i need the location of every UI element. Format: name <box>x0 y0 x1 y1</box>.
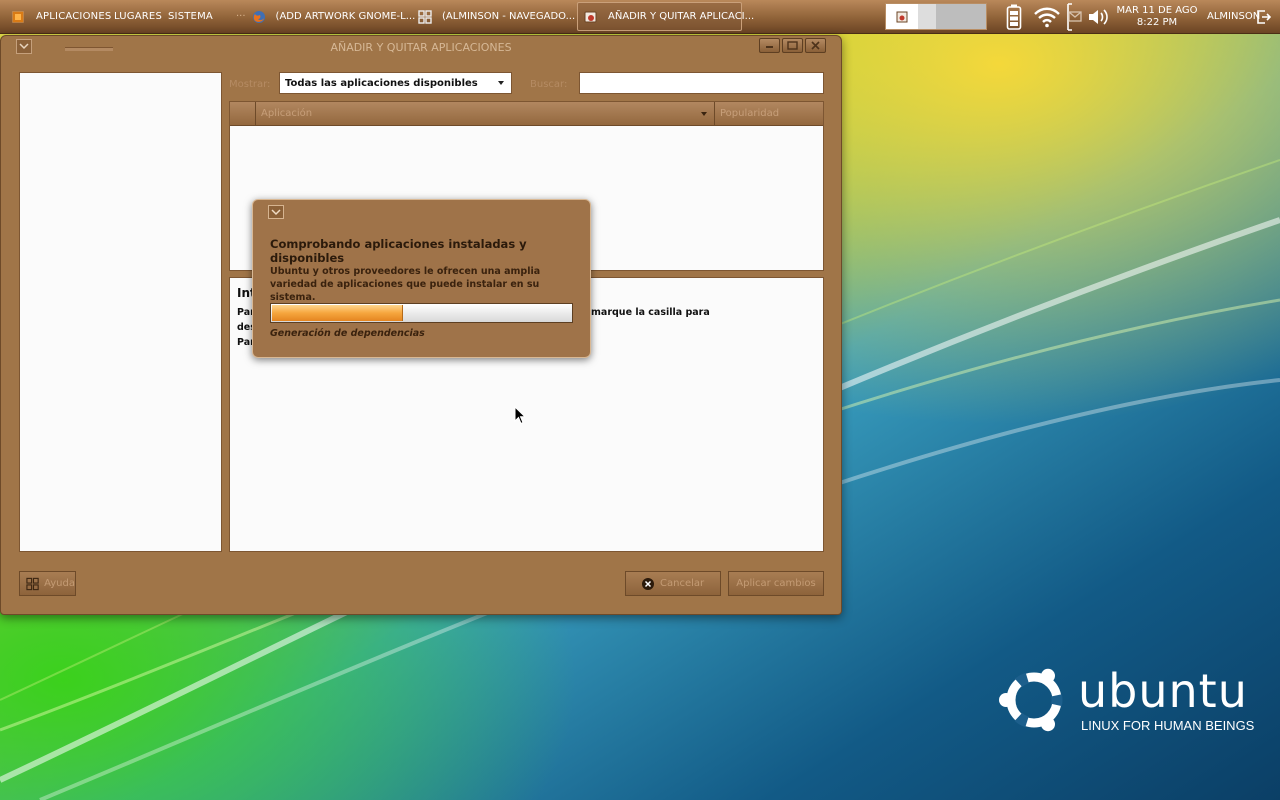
maximize-icon <box>787 41 798 50</box>
task-firefox[interactable]: ··· (ADD ARTWORK GNOME-L... <box>230 2 415 31</box>
battery-icon[interactable] <box>1006 0 1022 33</box>
task-label: (ALMINSON - NAVEGADO... <box>442 11 576 22</box>
menu-places[interactable]: LUGARES <box>114 0 162 33</box>
search-label: Buscar: <box>530 79 568 90</box>
ubuntu-logo: ubuntu LINUX FOR HUMAN BEINGS <box>996 660 1266 740</box>
mail-icon[interactable] <box>1065 0 1087 33</box>
column-application-label: Aplicación <box>261 108 313 119</box>
wifi-icon[interactable] <box>1033 0 1061 33</box>
chevron-down-icon <box>271 209 281 216</box>
menu-applications[interactable]: APLICACIONES <box>36 0 111 33</box>
show-select-value: Todas las aplicaciones disponibles <box>285 77 478 89</box>
help-button-label: Ayuda <box>44 578 75 589</box>
top-panel: APLICACIONES LUGARES SISTEMA ··· (ADD AR… <box>0 0 1280 34</box>
minimize-icon <box>766 46 773 48</box>
workspace-2[interactable] <box>918 4 936 29</box>
sort-arrow-icon <box>701 112 707 116</box>
column-popularity[interactable]: Popularidad <box>715 102 823 125</box>
dialog-menu-button[interactable] <box>268 205 284 219</box>
separator-dots: ··· <box>236 11 246 22</box>
window-thumbnail-icon <box>896 11 908 22</box>
column-application[interactable]: Aplicación <box>256 102 715 125</box>
logout-icon[interactable] <box>1256 0 1272 33</box>
apply-button[interactable]: Aplicar cambios <box>728 571 824 596</box>
workspace-switcher[interactable] <box>885 3 987 30</box>
window-titlebar[interactable]: AÑADIR Y QUITAR APLICACIONES <box>1 36 841 60</box>
window-title: AÑADIR Y QUITAR APLICACIONES <box>330 41 512 54</box>
help-icon <box>26 577 39 590</box>
circle-of-friends-icon <box>999 668 1063 732</box>
show-select[interactable]: Todas las aplicaciones disponibles <box>279 72 512 94</box>
volume-icon[interactable] <box>1087 0 1109 33</box>
workspace-3[interactable] <box>936 4 986 29</box>
progress-dialog: Comprobando aplicaciones instaladas y di… <box>252 199 591 358</box>
close-button[interactable] <box>805 38 826 53</box>
cancel-button-label: Cancelar <box>660 578 705 589</box>
task-file-browser[interactable]: (ALMINSON - NAVEGADO... <box>412 2 576 31</box>
maximize-button[interactable] <box>782 38 803 53</box>
progress-status: Generación de dependencias <box>270 328 425 339</box>
ubuntu-tagline: LINUX FOR HUMAN BEINGS <box>1081 718 1255 733</box>
column-popularity-label: Popularidad <box>720 108 780 119</box>
dropdown-arrow-icon <box>498 81 504 85</box>
apply-button-label: Aplicar cambios <box>736 578 816 589</box>
user-name[interactable]: ALMINSON <box>1207 0 1260 33</box>
file-browser-icon <box>418 9 432 24</box>
show-label: Mostrar: <box>229 79 271 90</box>
help-button[interactable]: Ayuda <box>19 571 76 596</box>
menu-system[interactable]: SISTEMA <box>168 0 213 33</box>
clock-date: MAR 11 DE AGO <box>1116 4 1198 16</box>
main-menu-icon[interactable] <box>12 0 24 33</box>
search-input[interactable] <box>579 72 824 94</box>
minimize-button[interactable] <box>759 38 780 53</box>
clock-time: 8:22 PM <box>1136 16 1178 28</box>
task-label: (ADD ARTWORK GNOME-L... <box>275 11 416 22</box>
close-icon <box>811 41 820 50</box>
progress-bar <box>270 303 573 323</box>
task-label: AÑADIR Y QUITAR APLICACI... <box>608 11 755 22</box>
ubuntu-wordmark: ubuntu <box>1078 664 1248 718</box>
dialog-title: Comprobando aplicaciones instaladas y di… <box>270 237 527 265</box>
clock[interactable]: MAR 11 DE AGO 8:22 PM <box>1112 0 1202 33</box>
firefox-icon <box>252 10 265 23</box>
cancel-button[interactable]: Cancelar <box>625 571 721 596</box>
list-header: Aplicación Popularidad <box>230 102 823 126</box>
category-list[interactable] <box>19 72 222 552</box>
progress-fill <box>272 305 404 321</box>
dialog-description: Ubuntu y otros proveedores le ofrecen un… <box>270 266 541 303</box>
cancel-icon <box>642 577 654 590</box>
mouse-pointer-icon <box>514 406 526 425</box>
task-add-remove[interactable]: AÑADIR Y QUITAR APLICACI... <box>577 2 754 31</box>
add-remove-icon <box>584 11 597 22</box>
workspace-1[interactable] <box>886 4 918 29</box>
column-checkbox[interactable] <box>230 102 256 125</box>
